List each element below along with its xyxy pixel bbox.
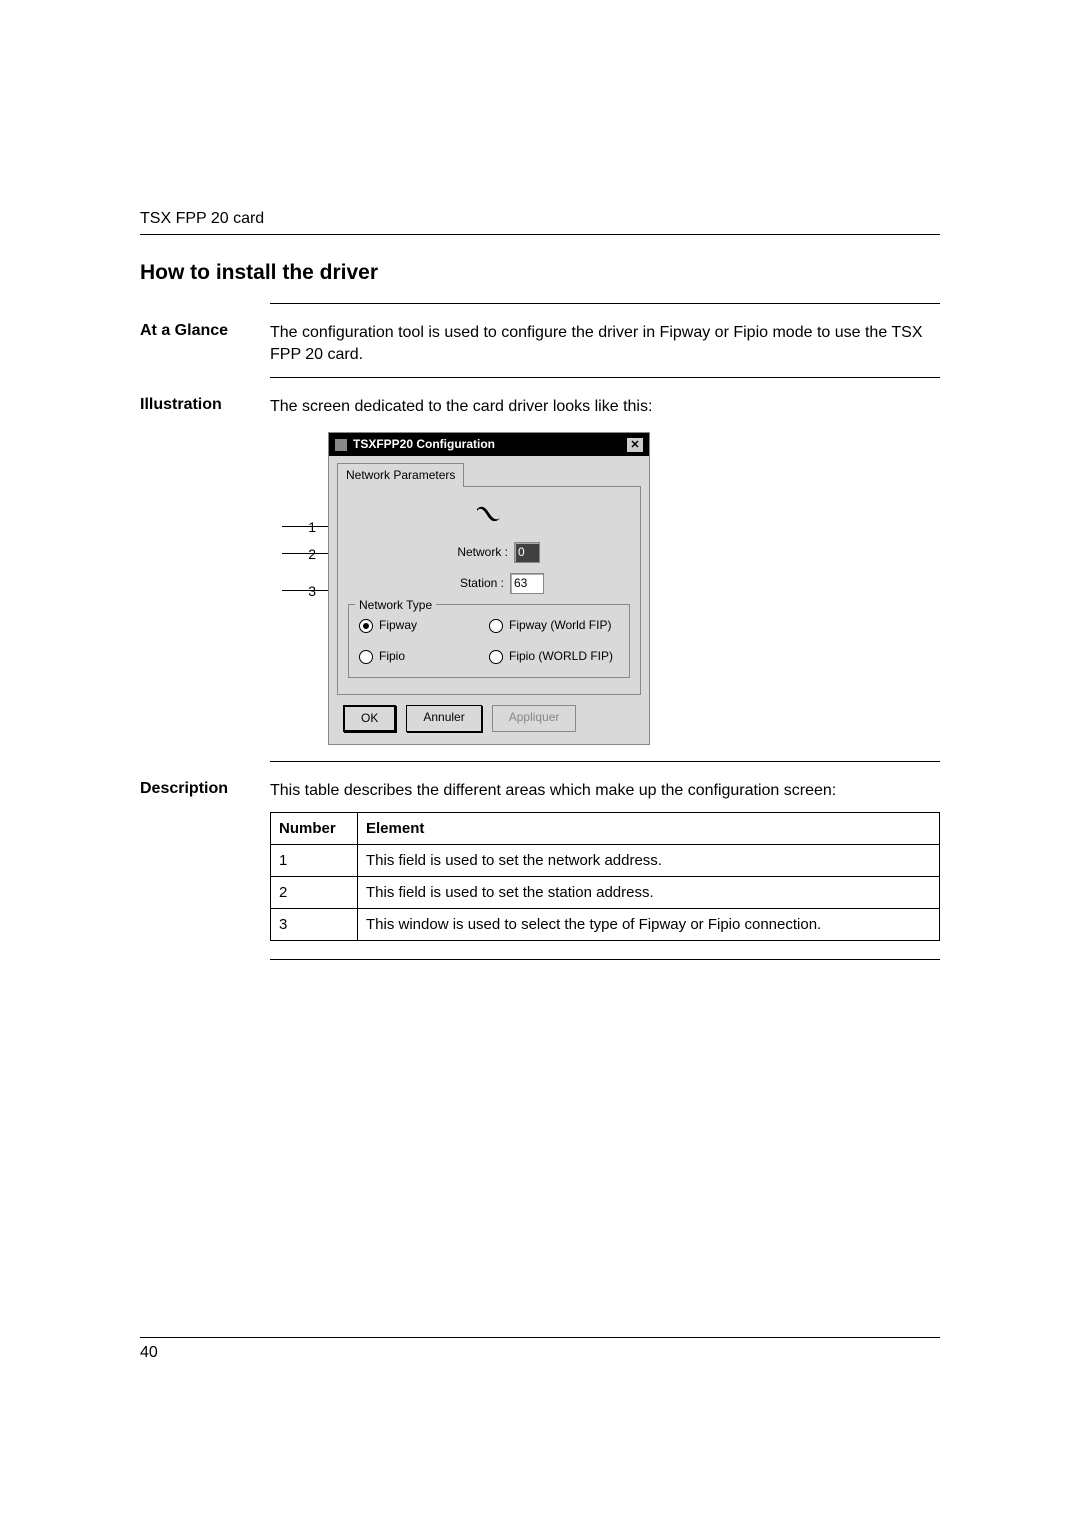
radio-fipway[interactable]: Fipway [359, 617, 489, 634]
table-row: 2 This field is used to set the station … [271, 877, 940, 909]
cell-element: This field is used to set the station ad… [358, 877, 940, 909]
at-a-glance-label: At a Glance [140, 322, 270, 367]
radio-fipway-world[interactable]: Fipway (World FIP) [489, 617, 619, 634]
close-icon[interactable]: ✕ [627, 438, 643, 452]
tab-network-parameters[interactable]: Network Parameters [337, 463, 464, 487]
description-table: Number Element 1 This field is used to s… [270, 812, 940, 941]
network-label: Network : [438, 544, 508, 561]
table-row: 1 This field is used to set the network … [271, 845, 940, 877]
station-label: Station : [434, 575, 504, 592]
col-header-number: Number [271, 813, 358, 845]
dialog-title-bar: TSXFPP20 Configuration ✕ [329, 433, 649, 456]
page-number: 40 [140, 1344, 158, 1362]
page-title: How to install the driver [140, 261, 940, 285]
network-type-fieldset: Network Type Fipway [348, 604, 630, 678]
config-dialog: TSXFPP20 Configuration ✕ Network Paramet… [328, 432, 650, 745]
header-rule [140, 234, 940, 235]
dialog-button-row: OK Annuler Appliquer [329, 705, 649, 744]
radio-label: Fipio (WORLD FIP) [509, 648, 613, 665]
network-field-row: Network : 0 [348, 542, 630, 563]
callout-2: 2 [308, 545, 316, 565]
brand-logo-icon [348, 503, 630, 528]
table-row: 3 This window is used to select the type… [271, 909, 940, 941]
radio-icon [489, 619, 503, 633]
radio-fipio[interactable]: Fipio [359, 648, 489, 665]
radio-label: Fipway [379, 617, 417, 634]
cell-element: This window is used to select the type o… [358, 909, 940, 941]
description-text: This table describes the different areas… [270, 780, 940, 802]
ok-button[interactable]: OK [343, 705, 396, 732]
illustration-text: The screen dedicated to the card driver … [270, 396, 940, 418]
radio-icon [359, 650, 373, 664]
tab-panel: Network : 0 Station : 63 Network Type [337, 486, 641, 695]
cell-element: This field is used to set the network ad… [358, 845, 940, 877]
radio-label: Fipway (World FIP) [509, 617, 611, 634]
station-field-row: Station : 63 [348, 573, 630, 594]
dialog-title: TSXFPP20 Configuration [353, 436, 495, 453]
footer-rule [140, 1337, 940, 1338]
radio-label: Fipio [379, 648, 405, 665]
col-header-element: Element [358, 813, 940, 845]
radio-icon [489, 650, 503, 664]
radio-fipio-world[interactable]: Fipio (WORLD FIP) [489, 648, 619, 665]
apply-button: Appliquer [492, 705, 577, 732]
network-type-legend: Network Type [355, 597, 436, 614]
app-icon [335, 439, 347, 451]
cell-number: 2 [271, 877, 358, 909]
section-rule-bottom [270, 959, 940, 960]
radio-icon [359, 619, 373, 633]
section-rule [270, 377, 940, 378]
section-rule [270, 761, 940, 762]
station-input[interactable]: 63 [510, 573, 544, 594]
cancel-button[interactable]: Annuler [406, 705, 481, 732]
callout-3: 3 [308, 582, 316, 602]
description-label: Description [140, 780, 270, 941]
illustration-label: Illustration [140, 396, 270, 745]
at-a-glance-text: The configuration tool is used to config… [270, 322, 940, 367]
cell-number: 1 [271, 845, 358, 877]
cell-number: 3 [271, 909, 358, 941]
page-header: TSX FPP 20 card [140, 210, 940, 228]
network-input[interactable]: 0 [514, 542, 540, 563]
callout-1: 1 [308, 518, 316, 538]
section-rule-top [270, 303, 940, 304]
